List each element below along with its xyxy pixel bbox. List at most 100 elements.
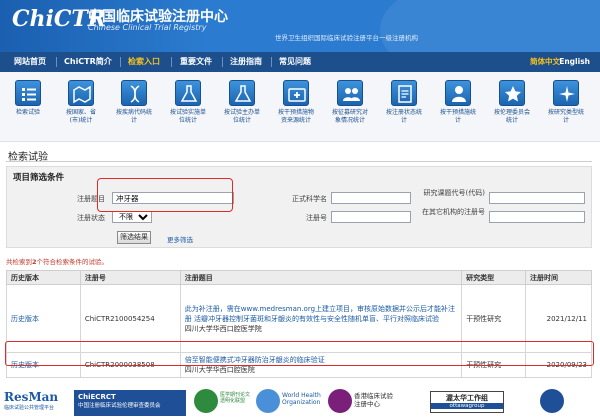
tool-label: 检索试验 <box>15 109 40 116</box>
registry-emblem-logo[interactable] <box>540 389 564 413</box>
who-emblem-icon[interactable] <box>256 389 280 413</box>
more-filters-link[interactable]: 更多筛选 <box>167 234 193 244</box>
lang-english-link[interactable]: English <box>559 52 590 72</box>
dna-icon <box>121 80 147 106</box>
reg-no-label: 注册号 <box>306 214 327 222</box>
main-nav: 网站首页 ChiCTR简介 检索入口 重要文件 注册指南 常见问题 简体中文 E… <box>0 52 600 72</box>
status-select[interactable]: 不限 <box>112 211 152 223</box>
who-line1: World Health <box>282 392 321 399</box>
tool-label: 按注册状态统计 <box>385 109 422 124</box>
hk-registry-logo[interactable] <box>328 389 352 413</box>
resman-subtitle: 临床试验公共管理平台 <box>4 405 55 411</box>
tool-label: 按国家、省(市)统计 <box>65 109 96 124</box>
nav-guide[interactable]: 注册指南 <box>230 52 262 72</box>
nav-faq[interactable]: 常见问题 <box>279 52 311 72</box>
ottawa-group-logo[interactable]: 渥太华工作组 ottawagroup <box>430 391 504 413</box>
note-suffix: 个符合检索条件的试验。 <box>36 258 109 266</box>
filter-panel: 项目筛选条件 注册题目 正式科学名 研究课题代号(代码) 注册状态 不限 注册号… <box>6 166 592 248</box>
other-reg-no-input[interactable] <box>489 211 585 223</box>
institution-text: 四川大学华西口腔医院 <box>184 366 255 374</box>
col-study-type: 研究类型 <box>461 270 527 285</box>
highlight-box-result-row <box>5 341 594 366</box>
scientific-title-input[interactable] <box>331 192 411 204</box>
tool-search-trials[interactable]: 检索试验 <box>8 80 48 138</box>
trial-title-link[interactable]: 此为补注册，需在www.medresman.org上建立项目，审核原始数据并公示… <box>185 305 455 323</box>
tool-by-study-type[interactable]: 按研究类型统计 <box>546 80 586 138</box>
note-prefix: 共检索到 <box>6 258 32 266</box>
tool-by-ethics-committee[interactable]: 按伦理委员会统计 <box>492 80 532 138</box>
tool-by-region[interactable]: 按国家、省(市)统计 <box>61 80 101 138</box>
institution-text: 四川大学华西口腔医学院 <box>184 324 262 333</box>
tool-by-reg-status[interactable]: 按注册状态统计 <box>384 80 424 138</box>
star-icon <box>499 80 525 106</box>
resman-logo[interactable]: ResMan 临床试验公共管理平台 <box>4 390 68 416</box>
site-subtitle: 世界卫生组织国际临床试验注册平台一级注册机构 <box>275 34 418 42</box>
site-title-en: Chinese Clinical Trial Registry <box>88 23 207 32</box>
nav-search-entry[interactable]: 检索入口 <box>128 52 160 72</box>
tool-label: 按试验主办单位统计 <box>223 109 260 124</box>
chiecrct-name: ChiECRCT <box>78 393 116 401</box>
people-icon <box>337 80 363 106</box>
result-count-note: 共检索到2个符合检索条件的试验。 <box>6 256 108 266</box>
scientific-title-label: 正式科学名 <box>292 195 327 203</box>
stats-toolbar: 检索试验 按国家、省(市)统计 按疾病代码统计 按试验实施单位统计 按试验主办单… <box>0 72 600 142</box>
site-header: ChiCTR 中国临床试验注册中心 Chinese Clinical Trial… <box>0 0 600 52</box>
medicine-logo[interactable] <box>194 389 218 413</box>
project-code-input[interactable] <box>489 192 585 204</box>
tool-by-sponsor[interactable]: 按试验主办单位统计 <box>222 80 262 138</box>
status-label: 注册状态 <box>77 214 105 222</box>
tool-label: 按干预措施统计 <box>439 109 476 124</box>
hk-line2: 注册中心 <box>354 400 380 408</box>
chiecrct-subtitle: 中国注册临床试验伦理审查委员会 <box>78 403 161 409</box>
col-history: 历史版本 <box>6 270 81 285</box>
hk-line1: 香港临床试验 <box>354 392 393 400</box>
title-divider <box>6 161 592 162</box>
table-header-row: 历史版本 注册号 注册题目 研究类型 注册时间 <box>6 270 592 285</box>
nav-divider <box>271 57 272 67</box>
partner-logos: ResMan 临床试验公共管理平台 ChiECRCT 中国注册临床试验伦理审查委员会… <box>0 382 600 420</box>
reg-no-input[interactable] <box>331 211 411 223</box>
other-reg-no-label: 在其它机构的注册号 <box>422 208 485 216</box>
nav-about[interactable]: ChiCTR简介 <box>64 52 112 72</box>
nav-home[interactable]: 网站首页 <box>14 52 46 72</box>
col-reg-date: 注册时间 <box>525 270 592 285</box>
tool-by-recruitment[interactable]: 按征募研究对象情况统计 <box>330 80 370 138</box>
project-code-label: 研究课题代号(代码) <box>423 189 485 197</box>
nav-divider <box>171 57 172 67</box>
chiecrct-logo[interactable]: ChiECRCT 中国注册临床试验伦理审查委员会 <box>74 390 186 416</box>
filter-heading: 项目筛选条件 <box>13 173 65 183</box>
tool-label: 按试验实施单位统计 <box>169 109 206 124</box>
nav-documents[interactable]: 重要文件 <box>180 52 212 72</box>
lang-chinese-link[interactable]: 简体中文 <box>530 52 560 72</box>
doctor-icon <box>445 80 471 106</box>
tool-label: 按征募研究对象情况统计 <box>331 109 368 124</box>
nav-divider <box>56 57 57 67</box>
tool-by-implementing-unit[interactable]: 按试验实施单位统计 <box>168 80 208 138</box>
flask-icon <box>175 80 201 106</box>
nav-divider <box>222 57 223 67</box>
hk-registry-text: 香港临床试验 注册中心 <box>354 392 393 408</box>
who-line2: Organization <box>282 399 321 406</box>
ottawa-subtitle: ottawagroup <box>431 403 503 409</box>
filter-results-button[interactable]: 筛选结果 <box>117 231 151 244</box>
history-version-link[interactable]: 历史版本 <box>11 315 39 323</box>
list-icon <box>15 80 41 106</box>
map-icon <box>68 80 94 106</box>
tool-by-intervention[interactable]: 按干预措施统计 <box>438 80 478 138</box>
ottawa-name: 渥太华工作组 <box>446 394 488 402</box>
tool-label: 按研究类型统计 <box>547 109 584 124</box>
tool-by-disease-code[interactable]: 按疾病代码统计 <box>114 80 154 138</box>
tool-label: 按干预措施物资来源统计 <box>277 109 314 124</box>
medkit-icon <box>283 80 309 106</box>
tool-label: 按疾病代码统计 <box>115 109 152 124</box>
tool-label: 按伦理委员会统计 <box>493 109 530 124</box>
sparkle-icon <box>553 80 579 106</box>
resman-name: ResMan <box>4 390 59 404</box>
document-icon <box>391 80 417 106</box>
col-reg-no: 注册号 <box>79 270 181 285</box>
highlight-box-title-field <box>97 178 233 212</box>
flask-icon <box>229 80 255 106</box>
tool-by-material-source[interactable]: 按干预措施物资来源统计 <box>276 80 316 138</box>
who-logo-text: World Health Organization <box>282 392 321 406</box>
col-title: 注册题目 <box>179 270 463 285</box>
